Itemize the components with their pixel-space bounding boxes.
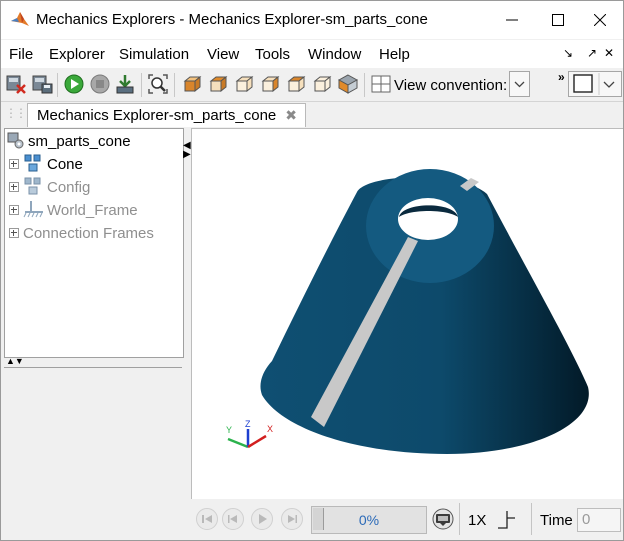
- window-title: Mechanics Explorers - Mechanics Explorer…: [36, 11, 428, 28]
- model-tree: sm_parts_cone Cone Config World_Frame Co…: [4, 128, 184, 358]
- speed-slider-icon[interactable]: [495, 508, 519, 532]
- zoom-fit-icon[interactable]: [147, 73, 169, 95]
- step-forward-icon: [288, 515, 297, 523]
- dock-icon[interactable]: ↘: [563, 46, 573, 60]
- menu-explorer[interactable]: Explorer: [49, 46, 105, 63]
- triad-z-label: Z: [245, 419, 251, 429]
- layout-icon[interactable]: [370, 73, 392, 95]
- world-frame-icon: [23, 201, 43, 218]
- view-convention-dropdown[interactable]: [509, 71, 530, 97]
- model-gear-icon: [7, 132, 24, 149]
- maximize-button[interactable]: [535, 1, 581, 39]
- playback-separator: [459, 503, 460, 535]
- toolbar-separator: [57, 73, 58, 97]
- mechanics-explorer-window: Mechanics Explorers - Mechanics Explorer…: [0, 0, 624, 541]
- view-back-icon[interactable]: [207, 73, 229, 95]
- menu-view[interactable]: View: [207, 46, 239, 63]
- tab-strip: ⋮⋮ Mechanics Explorer-sm_parts_cone ✖: [1, 102, 623, 127]
- menu-help[interactable]: Help: [379, 46, 410, 63]
- play-button[interactable]: [251, 508, 273, 530]
- time-field[interactable]: 0: [577, 508, 621, 532]
- triad-x-label: X: [267, 424, 273, 434]
- menu-simulation[interactable]: Simulation: [119, 46, 189, 63]
- import-icon[interactable]: [114, 73, 136, 95]
- tree-item-world-frame[interactable]: World_Frame: [47, 202, 138, 219]
- layout-dropdown[interactable]: [568, 71, 622, 97]
- close-window-button[interactable]: [577, 1, 623, 39]
- toolbar-separator: [174, 73, 175, 97]
- playback-speed[interactable]: 1X: [468, 512, 486, 529]
- toolbar-overflow-icon[interactable]: »: [558, 70, 565, 84]
- maximize-icon: [552, 14, 564, 26]
- tree-expander[interactable]: [9, 205, 19, 215]
- loop-playback-icon[interactable]: [431, 508, 455, 530]
- menu-bar: File Explorer Simulation View Tools Wind…: [1, 40, 623, 68]
- playback-progress-slider[interactable]: 0%: [311, 506, 427, 534]
- close-icon: [594, 14, 606, 26]
- cone-subsystem-icon: [24, 154, 41, 172]
- minimize-icon: [506, 19, 518, 21]
- stop-icon[interactable]: [89, 73, 111, 95]
- 3d-viewport[interactable]: Y Z X: [191, 128, 623, 499]
- step-back-icon: [228, 515, 237, 523]
- vertical-splitter[interactable]: ◀ ▶: [183, 128, 191, 538]
- config-subsystem-icon: [24, 177, 41, 195]
- triad-y-label: Y: [226, 425, 232, 435]
- cone-hole: [398, 198, 458, 240]
- time-value: 0: [582, 511, 591, 528]
- skip-start-icon: [202, 515, 212, 523]
- chevron-down-icon: [514, 81, 525, 88]
- view-front-icon[interactable]: [181, 73, 203, 95]
- close-panel-icon[interactable]: ✕: [604, 46, 614, 60]
- tab-mechanics-explorer[interactable]: Mechanics Explorer-sm_parts_cone ✖: [27, 103, 306, 127]
- run-icon[interactable]: [63, 73, 85, 95]
- view-iso-icon[interactable]: [337, 73, 359, 95]
- axes-triad: Y Z X: [226, 419, 273, 449]
- close-all-icon[interactable]: [5, 73, 27, 95]
- tree-expander[interactable]: [9, 159, 19, 169]
- title-bar: Mechanics Explorers - Mechanics Explorer…: [1, 1, 623, 39]
- view-bottom-icon[interactable]: [311, 73, 333, 95]
- progress-percent: 0%: [358, 512, 380, 528]
- split-arrows-icon[interactable]: ◀ ▶: [183, 141, 191, 160]
- toolbar-separator: [141, 73, 142, 97]
- drag-grip-icon[interactable]: ⋮⋮: [5, 106, 27, 120]
- tree-item-config[interactable]: Config: [47, 179, 90, 196]
- view-convention-label: View convention:: [394, 77, 508, 94]
- play-icon: [259, 514, 267, 524]
- playback-bar: 0% 1X Time 0: [191, 499, 623, 540]
- undock-icon[interactable]: ↗: [587, 46, 597, 60]
- save-icon[interactable]: [31, 73, 53, 95]
- menu-window[interactable]: Window: [308, 46, 361, 63]
- menu-file[interactable]: File: [9, 46, 33, 63]
- tree-item-cone[interactable]: Cone: [47, 156, 83, 173]
- horizontal-split-arrows-icon[interactable]: ▲▼: [6, 357, 24, 366]
- layout-dropdown-content: [573, 73, 615, 95]
- playback-separator: [531, 503, 532, 535]
- matlab-logo-icon: [11, 12, 29, 26]
- view-right-icon[interactable]: [259, 73, 281, 95]
- step-forward-button[interactable]: [281, 508, 303, 530]
- step-back-button[interactable]: [222, 508, 244, 530]
- menu-tools[interactable]: Tools: [255, 46, 290, 63]
- toolbar-separator: [364, 73, 365, 97]
- time-label: Time: [540, 512, 573, 529]
- rewind-to-start-button[interactable]: [196, 508, 218, 530]
- properties-pane: [4, 367, 182, 540]
- tree-expander[interactable]: [9, 182, 19, 192]
- tree-root-label[interactable]: sm_parts_cone: [28, 133, 131, 150]
- tree-expander[interactable]: [9, 228, 19, 238]
- toolbar: View convention: »: [1, 68, 623, 102]
- tree-item-connection-frames[interactable]: Connection Frames: [23, 225, 154, 242]
- tab-label: Mechanics Explorer-sm_parts_cone: [37, 107, 277, 124]
- view-left-icon[interactable]: [233, 73, 255, 95]
- minimize-button[interactable]: [489, 1, 535, 39]
- view-top-icon[interactable]: [285, 73, 307, 95]
- tab-close-icon[interactable]: ✖: [285, 107, 297, 124]
